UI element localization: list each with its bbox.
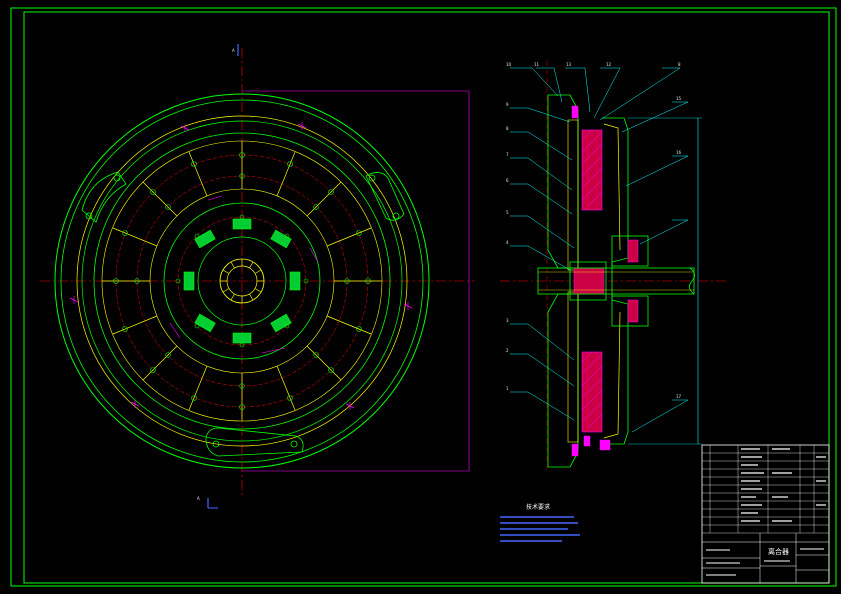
flywheel-section-top: [547, 94, 579, 269]
callout-label: 5: [506, 210, 509, 215]
signature-rows: [706, 548, 824, 576]
damper-spring: [194, 313, 216, 333]
part-name: 离合器: [768, 547, 789, 556]
callout-label: 4: [506, 240, 509, 245]
diaphragm-spring: [603, 123, 621, 251]
callout-label: 16: [676, 150, 682, 155]
section-view: 10 11 13 12 8 9 8 7 6 5 4 3 2 1 15 16 17: [500, 60, 728, 470]
damper-spring: [270, 229, 292, 249]
callout-label: 8: [678, 62, 681, 67]
section-mark-bottom: A: [197, 496, 200, 501]
inner-frame: [23, 11, 830, 584]
flywheel-section-bottom: [547, 293, 579, 468]
clutch-assembly-drawing: A A 10 11 13 12 8 9 8 7 6 5 4 3 2 1 15 1…: [10, 7, 837, 587]
callout-label: 13: [566, 62, 572, 67]
requirements-title: 技术要求: [526, 503, 550, 511]
damper-spring: [183, 271, 195, 291]
callout-label: 10: [506, 62, 512, 67]
title-block: 离合器: [701, 444, 830, 584]
callout-label: 12: [606, 62, 612, 67]
diaphragm-spring-lower: [603, 311, 621, 439]
lug-right: [365, 172, 405, 221]
callout-label: 1: [506, 386, 509, 391]
callout-label: 9: [506, 102, 509, 107]
damper-spring: [232, 218, 252, 230]
bearing-hatch-bottom: [627, 299, 639, 323]
lug-bottom: [205, 427, 304, 457]
front-view: A A: [40, 44, 475, 509]
requirements-text-block: [500, 516, 580, 542]
bearing-hatch-top: [627, 239, 639, 263]
callout-labels: 10 11 13 12 8 9 8 7 6 5 4 3 2 1 15 16 17: [506, 62, 682, 399]
callout-label: 7: [506, 152, 509, 157]
section-mark-top: A: [232, 48, 235, 53]
callout-label: 3: [506, 318, 509, 323]
cover-lugs: [81, 171, 405, 457]
damper-spring: [232, 332, 252, 344]
callout-label: 6: [506, 178, 509, 183]
damper-spring: [194, 229, 216, 249]
callout-label: 17: [676, 394, 682, 399]
title-block-border: [701, 444, 830, 584]
callout-label: 2: [506, 348, 509, 353]
callout-label: 11: [534, 62, 540, 67]
technical-requirements: 技术要求: [500, 503, 580, 542]
parts-list-grid: [702, 445, 829, 534]
outer-frame: [10, 7, 837, 587]
callout-label: 15: [676, 96, 682, 101]
callout-label: 8: [506, 126, 509, 131]
damper-spring: [270, 313, 292, 333]
damper-spring: [289, 271, 301, 291]
